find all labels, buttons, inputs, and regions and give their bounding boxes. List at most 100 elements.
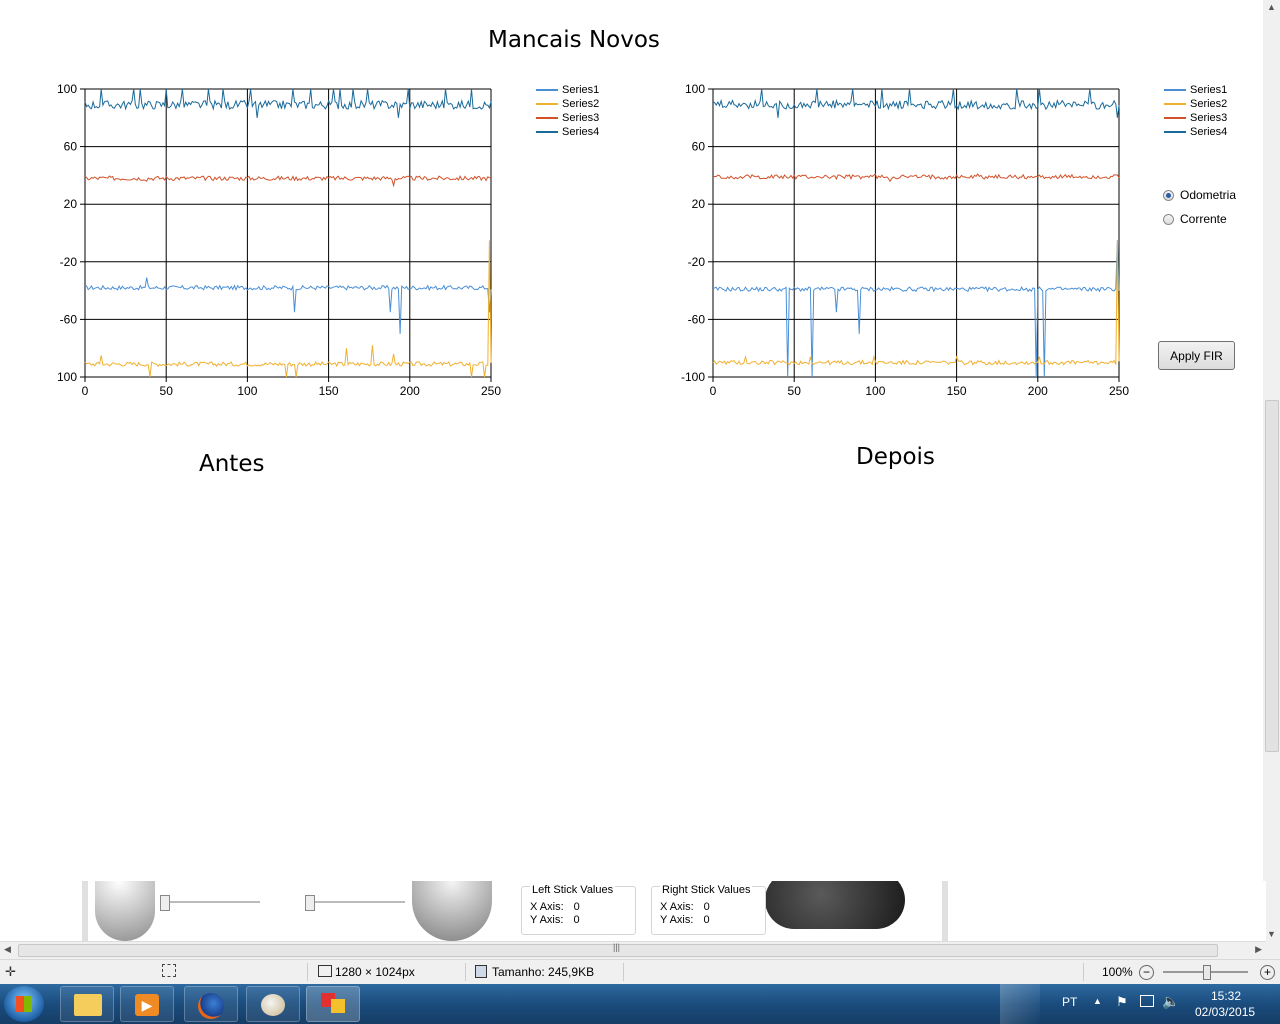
- radio-corrente[interactable]: Corrente: [1163, 207, 1236, 231]
- slider-thumb[interactable]: [160, 895, 170, 911]
- legend-label: Series3: [562, 112, 600, 124]
- taskbar-explorer[interactable]: [60, 986, 114, 1022]
- y-tick-label: 60: [64, 140, 78, 154]
- legend-entry: Series4: [536, 125, 599, 139]
- y-axis-value: 0: [573, 914, 580, 926]
- legend-entry: Series2: [536, 97, 599, 111]
- slider-thumb[interactable]: [305, 895, 315, 911]
- legend-entry: Series3: [1164, 111, 1227, 125]
- right-stick-x: X Axis: 0: [660, 901, 710, 913]
- show-hidden-icons[interactable]: ▲: [1093, 996, 1102, 1006]
- volume-icon[interactable]: 🔈: [1162, 993, 1179, 1010]
- disk-icon: [475, 965, 487, 978]
- series-line-series4: [712, 88, 1120, 118]
- chart-depois: 100 60 20 -20 -60 -100 0 50 100 150 200 250: [681, 82, 1129, 398]
- vertical-scrollbar[interactable]: ▲ ▼: [1263, 0, 1280, 941]
- y-tick-label: 100: [57, 370, 77, 384]
- legend-entry: Series1: [536, 83, 599, 97]
- legend-swatch: [536, 89, 558, 91]
- left-stick-y: Y Axis: 0: [530, 914, 580, 926]
- taskbar-paint[interactable]: [246, 986, 300, 1022]
- selection-icon: [162, 964, 176, 977]
- clock-time[interactable]: 15:32: [1211, 989, 1241, 1003]
- network-icon[interactable]: [1140, 995, 1154, 1007]
- legend-swatch: [1164, 89, 1186, 91]
- file-size: Tamanho: 245,9KB: [492, 965, 595, 979]
- image-size-icon: [318, 965, 332, 977]
- y-axis-label: Y Axis:: [530, 914, 564, 926]
- legend-label: Series1: [1190, 84, 1228, 96]
- y-tick-label: 100: [685, 82, 705, 96]
- slider-speed[interactable]: [305, 895, 405, 917]
- radio-label: Odometria: [1180, 188, 1237, 202]
- move-cursor-icon: ✛: [5, 964, 16, 979]
- clock-date[interactable]: 02/03/2015: [1195, 1005, 1255, 1019]
- legend-label: Series4: [1190, 126, 1228, 138]
- flag-icon[interactable]: ⚑: [1116, 994, 1128, 1010]
- legend-entry: Series3: [536, 111, 599, 125]
- scroll-down-icon[interactable]: ▼: [1267, 929, 1276, 939]
- apply-fir-button[interactable]: Apply FIR: [1158, 341, 1235, 370]
- mode-radio-group: Odometria Corrente: [1163, 183, 1236, 231]
- y-tick-label: 20: [64, 197, 78, 211]
- scroll-thumb[interactable]: [1265, 400, 1279, 752]
- legend-entry: Series1: [1164, 83, 1227, 97]
- x-axis-label: X Axis:: [530, 901, 564, 913]
- scroll-corner: [1266, 941, 1280, 959]
- left-stick-title: Left Stick Values: [530, 884, 616, 896]
- image-dimensions: 1280 × 1024px: [335, 965, 415, 979]
- separator: [307, 963, 308, 981]
- horizontal-scrollbar[interactable]: ◀ ||| ▶: [0, 941, 1266, 959]
- x-axis-value: 0: [703, 901, 710, 913]
- x-tick-label: 100: [865, 384, 885, 398]
- x-tick-label: 150: [319, 384, 339, 398]
- separator: [465, 963, 466, 981]
- zoom-slider[interactable]: [1163, 965, 1248, 980]
- y-tick-label: -20: [688, 255, 706, 269]
- scroll-up-icon[interactable]: ▲: [1267, 2, 1276, 12]
- y-tick-label: 20: [692, 197, 706, 211]
- slider-potencia[interactable]: [160, 895, 260, 917]
- x-tick-label: 50: [160, 384, 174, 398]
- language-indicator[interactable]: PT: [1062, 995, 1077, 1009]
- caption-antes: Antes: [199, 451, 265, 477]
- separator: [1083, 963, 1084, 981]
- legend-label: Series1: [562, 84, 600, 96]
- taskbar-firefox[interactable]: [184, 986, 238, 1022]
- zoom-slider-thumb[interactable]: [1203, 965, 1211, 980]
- radio-odometria[interactable]: Odometria: [1163, 183, 1236, 207]
- legend-label: Series2: [1190, 98, 1228, 110]
- legend-label: Series4: [562, 126, 600, 138]
- start-button[interactable]: [4, 986, 44, 1022]
- series-line-series2: [84, 240, 492, 378]
- zoom-level: 100%: [1102, 965, 1133, 979]
- x-tick-label: 50: [788, 384, 802, 398]
- scroll-left-icon[interactable]: ◀: [4, 944, 11, 955]
- paint-icon: [261, 994, 285, 1016]
- taskbar-app-active[interactable]: [306, 986, 360, 1022]
- y-tick-label: 100: [57, 82, 77, 96]
- taskbar: ▶ PT ▲ ⚑ 🔈 15:32 02/03/2015: [0, 984, 1280, 1024]
- series-line-series3: [84, 174, 492, 188]
- series-line-series1: [84, 277, 492, 334]
- right-stick-title: Right Stick Values: [660, 884, 753, 896]
- separator: [623, 963, 624, 981]
- x-tick-label: 100: [237, 384, 257, 398]
- taskbar-glow: [1000, 984, 1040, 1024]
- legend-depois: Series1 Series2 Series3 Series4: [1164, 83, 1227, 139]
- x-tick-label: 150: [947, 384, 967, 398]
- series-line-series4: [84, 88, 492, 118]
- radio-unselected-icon[interactable]: [1163, 213, 1174, 225]
- zoom-out-icon[interactable]: −: [1139, 965, 1154, 980]
- page-title: Mancais Novos: [488, 27, 660, 53]
- taskbar-media-player[interactable]: ▶: [120, 986, 174, 1022]
- legend-swatch: [536, 117, 558, 119]
- chart-grid: [712, 88, 1120, 378]
- zoom-in-icon[interactable]: +: [1260, 965, 1275, 980]
- y-tick-label: -60: [688, 312, 706, 326]
- radio-selected-icon[interactable]: [1163, 189, 1174, 201]
- series-line-series3: [712, 173, 1120, 183]
- slider-track: [305, 901, 405, 903]
- scroll-right-icon[interactable]: ▶: [1255, 944, 1262, 955]
- x-axis-value: 0: [573, 901, 580, 913]
